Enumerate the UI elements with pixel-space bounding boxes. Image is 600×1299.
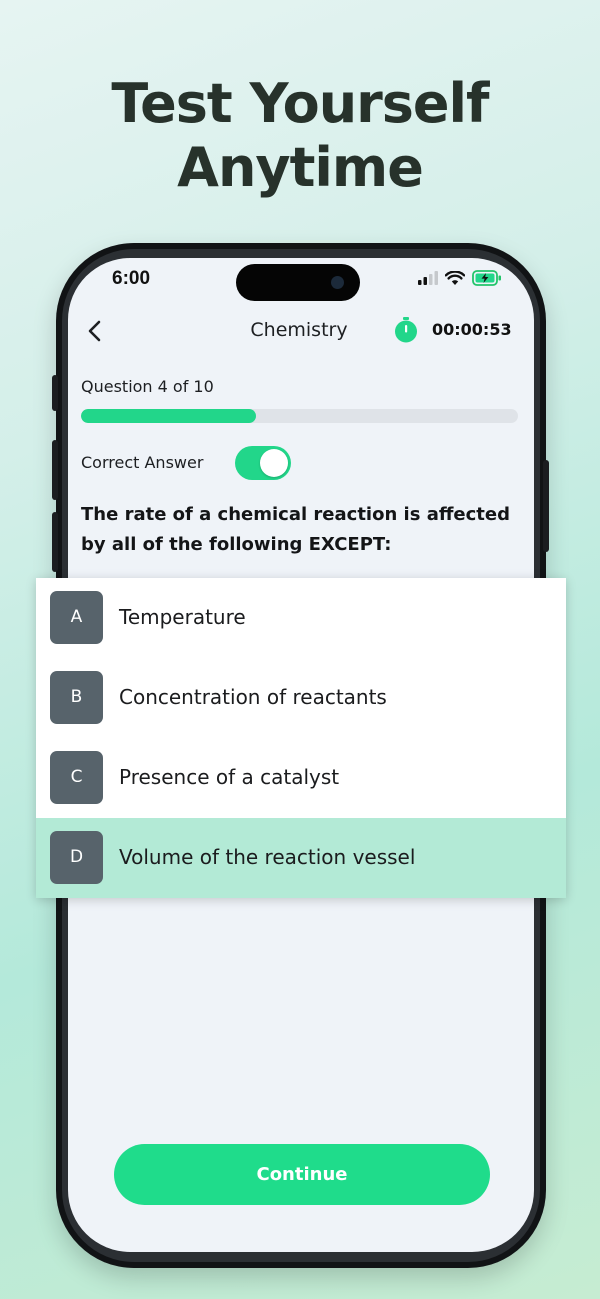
- battery-charging-icon: [472, 270, 501, 286]
- progress-fill: [81, 409, 256, 423]
- option-letter-badge: B: [50, 671, 103, 724]
- stopwatch-icon: [395, 317, 417, 343]
- question-text: The rate of a chemical reaction is affec…: [81, 504, 510, 555]
- option-a[interactable]: A Temperature: [36, 578, 566, 658]
- timer-readout: 00:00:53: [432, 320, 512, 339]
- phone-power-button: [543, 460, 549, 552]
- option-label: Volume of the reaction vessel: [119, 845, 416, 869]
- option-letter-badge: D: [50, 831, 103, 884]
- progress-bar: [81, 409, 518, 423]
- phone-volume-up: [52, 440, 58, 500]
- option-letter-badge: A: [50, 591, 103, 644]
- option-label: Temperature: [119, 605, 246, 629]
- answer-options: A Temperature B Concentration of reactan…: [36, 578, 566, 898]
- status-icons: [418, 270, 502, 286]
- option-label: Concentration of reactants: [119, 685, 387, 709]
- phone-volume-down: [52, 512, 58, 572]
- headline: Test Yourself Anytime: [0, 72, 600, 200]
- option-c[interactable]: C Presence of a catalyst: [36, 738, 566, 818]
- option-letter-badge: C: [50, 751, 103, 804]
- continue-button[interactable]: Continue: [114, 1144, 490, 1205]
- option-d[interactable]: D Volume of the reaction vessel: [36, 818, 566, 898]
- status-time: 6:00: [112, 268, 151, 289]
- wifi-icon: [445, 270, 465, 285]
- signal-icon: [418, 271, 438, 285]
- question-counter: Question 4 of 10: [81, 377, 214, 396]
- correct-answer-label: Correct Answer: [81, 453, 204, 472]
- correct-answer-toggle[interactable]: [235, 446, 291, 480]
- camera-icon: [331, 276, 344, 289]
- toggle-knob: [260, 449, 288, 477]
- headline-line-1: Test Yourself: [111, 72, 489, 135]
- option-b[interactable]: B Concentration of reactants: [36, 658, 566, 738]
- headline-line-2: Anytime: [177, 136, 424, 199]
- dynamic-island: [236, 264, 360, 301]
- phone-side-button: [52, 375, 58, 411]
- option-label: Presence of a catalyst: [119, 765, 340, 789]
